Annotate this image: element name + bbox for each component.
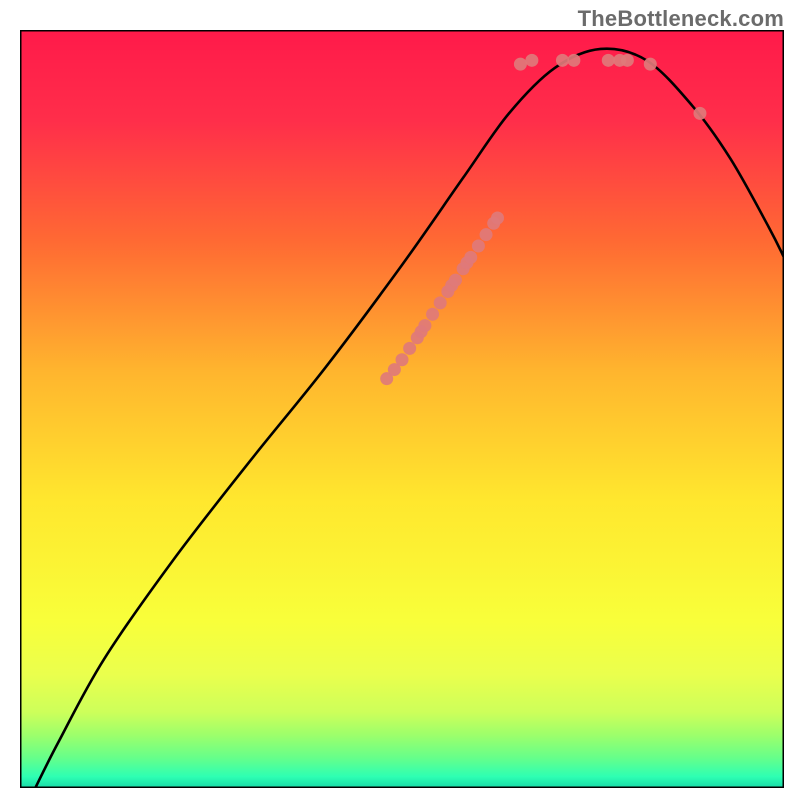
data-marker [464, 251, 477, 264]
chart-container: TheBottleneck.com [0, 0, 800, 800]
data-marker [514, 58, 527, 71]
data-marker [567, 54, 580, 67]
chart-svg [20, 30, 784, 788]
data-marker [491, 211, 504, 224]
data-marker [418, 319, 431, 332]
data-marker [472, 240, 485, 253]
data-marker [644, 58, 657, 71]
data-marker [602, 54, 615, 67]
data-marker [621, 54, 634, 67]
data-marker [449, 274, 462, 287]
data-marker [480, 228, 493, 241]
data-marker [693, 107, 706, 120]
gradient-background [20, 30, 784, 788]
data-marker [396, 353, 409, 366]
data-marker [403, 342, 416, 355]
watermark-text: TheBottleneck.com [578, 6, 784, 32]
plot-area [20, 30, 784, 788]
data-marker [556, 54, 569, 67]
data-marker [426, 308, 439, 321]
data-marker [434, 296, 447, 309]
data-marker [525, 54, 538, 67]
